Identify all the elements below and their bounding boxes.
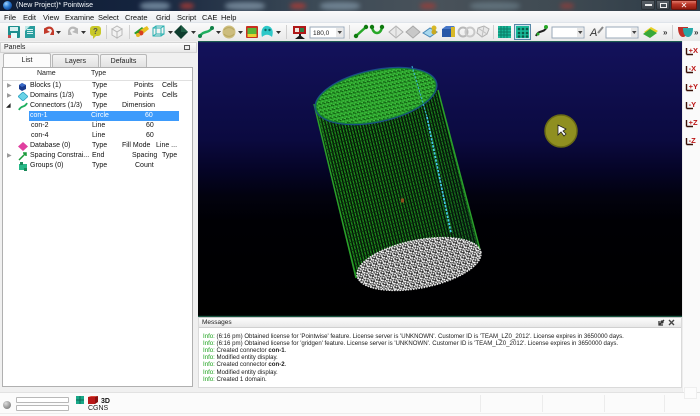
svg-text:+X: +X (689, 46, 698, 55)
svg-text:?: ? (93, 27, 98, 36)
svg-text:+Y: +Y (689, 82, 698, 91)
svg-text:A: A (589, 27, 597, 39)
svg-text:180,0: 180,0 (313, 30, 330, 37)
svg-text:»: » (694, 28, 699, 37)
svg-text:-Z: -Z (689, 136, 696, 145)
svg-text:3D: 3D (101, 398, 110, 405)
svg-text:-Y: -Y (689, 100, 697, 109)
svg-text:+Z: +Z (689, 118, 698, 127)
svg-text:»: » (663, 28, 668, 37)
svg-text:-X: -X (689, 64, 697, 73)
